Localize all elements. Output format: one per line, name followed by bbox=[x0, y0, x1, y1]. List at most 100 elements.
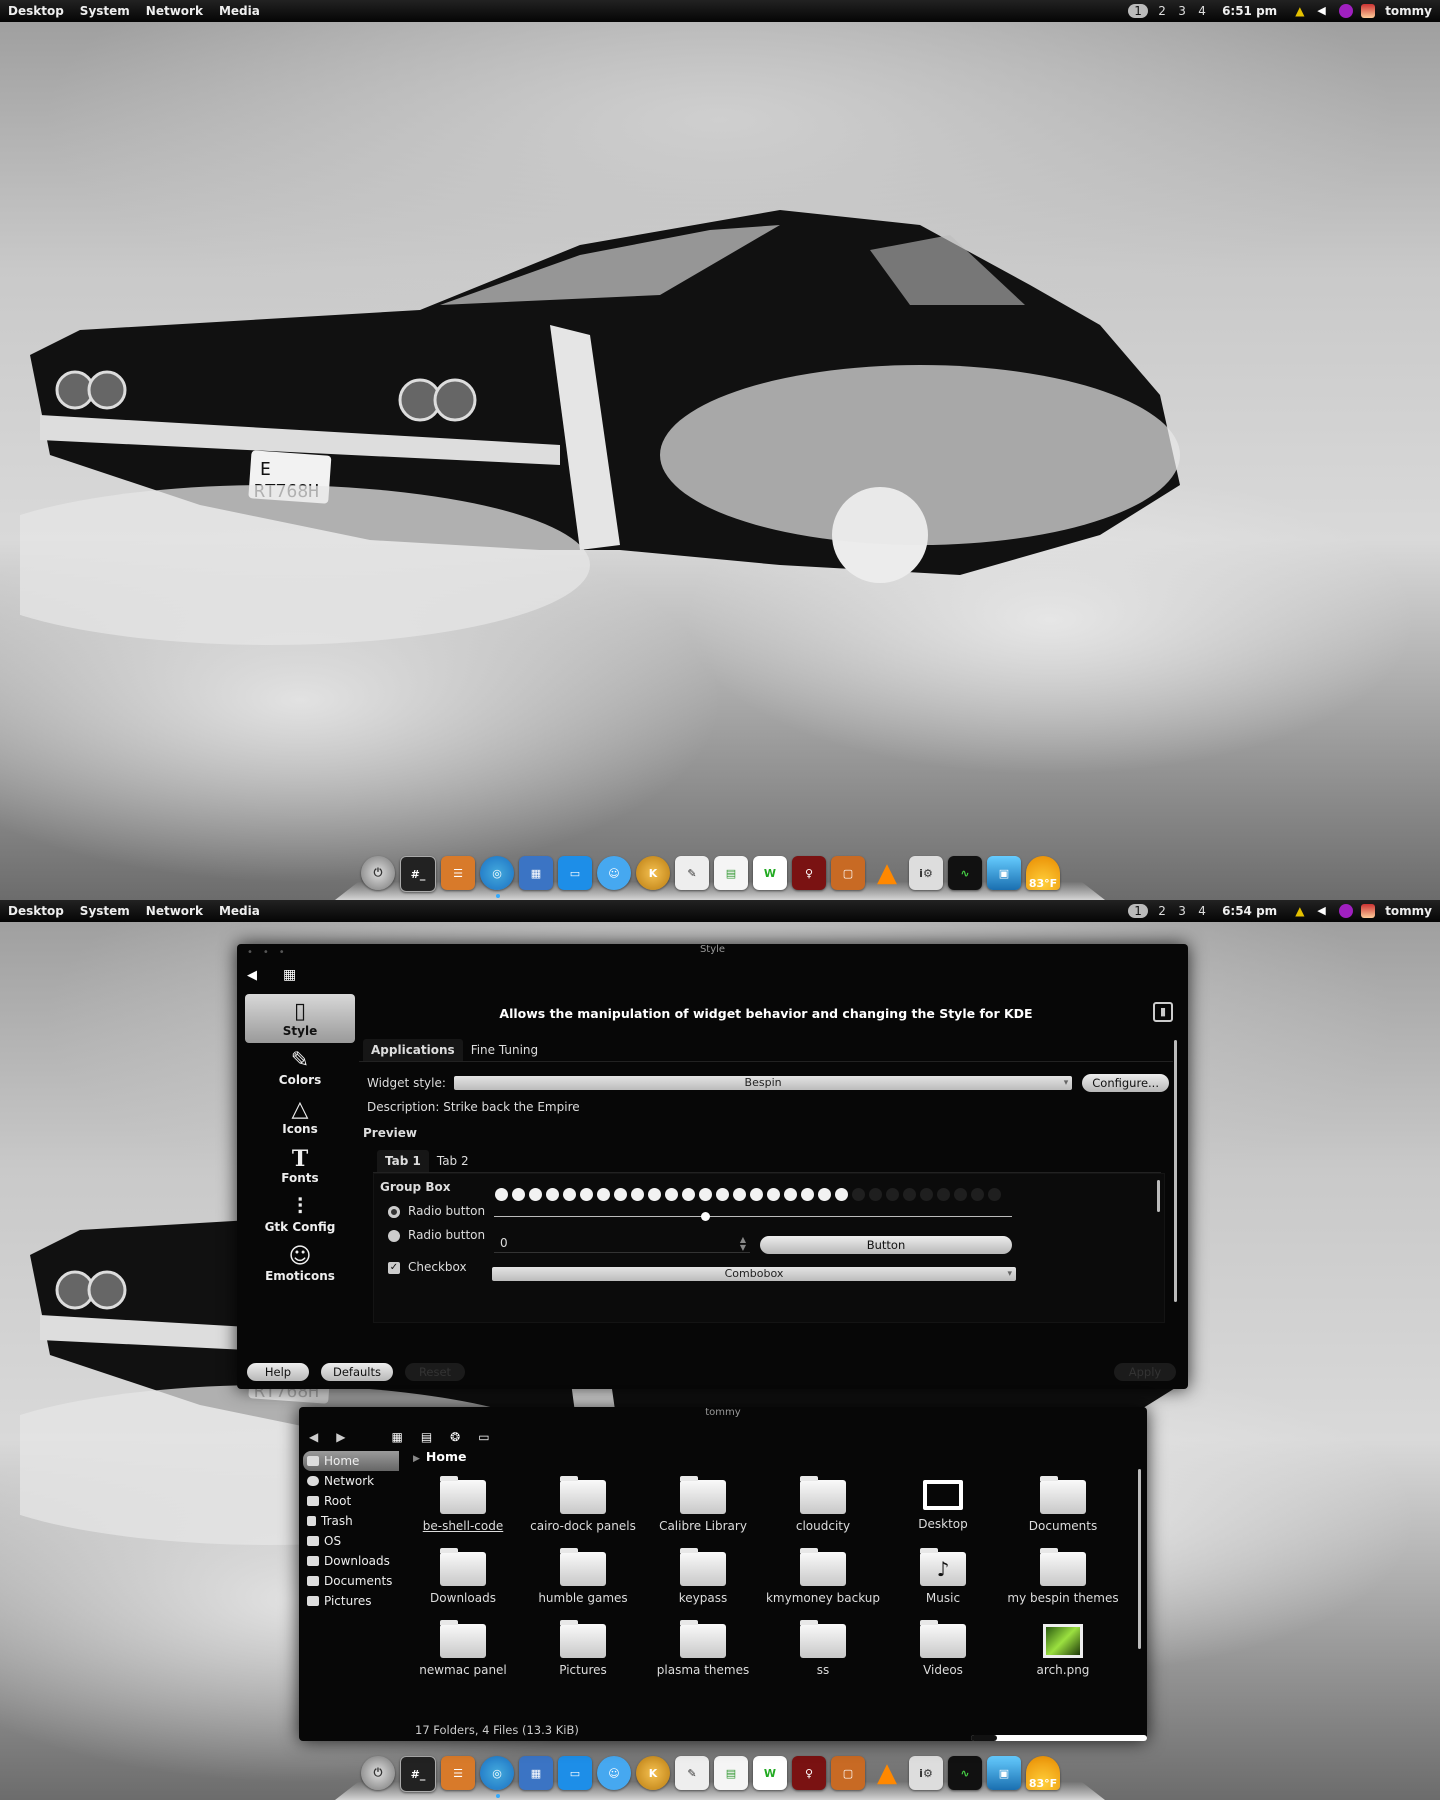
username[interactable]: tommy bbox=[1379, 4, 1440, 18]
tab-preview-1[interactable]: Tab 1 bbox=[377, 1150, 429, 1172]
file-item[interactable]: be-shell-code bbox=[403, 1476, 523, 1552]
power-icon[interactable]: ⏻ bbox=[361, 856, 395, 890]
files-icon[interactable]: ☰ bbox=[441, 1756, 475, 1790]
browser-icon[interactable]: ◎ bbox=[480, 856, 514, 890]
menu-media[interactable]: Media bbox=[211, 904, 268, 918]
monitor-icon[interactable]: ▦ bbox=[519, 856, 553, 890]
file-item[interactable]: arch.png bbox=[1003, 1624, 1123, 1696]
file-item[interactable]: cloudcity bbox=[763, 1476, 883, 1552]
workspace-3[interactable]: 3 bbox=[1172, 4, 1192, 18]
file-item[interactable]: my bespin themes bbox=[1003, 1548, 1123, 1624]
reset-button[interactable]: Reset bbox=[405, 1363, 465, 1381]
vlc-icon[interactable]: ▲ bbox=[870, 856, 904, 890]
forward-arrow-icon[interactable]: ▶ bbox=[336, 1430, 345, 1444]
chat-status-icon[interactable] bbox=[1339, 4, 1354, 18]
place-pictures[interactable]: Pictures bbox=[303, 1591, 399, 1611]
kmoney-icon[interactable]: K bbox=[636, 1756, 670, 1790]
preview-combobox[interactable]: Combobox bbox=[492, 1267, 1016, 1281]
spin-box[interactable]: 0 ▲ ▼ bbox=[494, 1236, 750, 1253]
place-root[interactable]: Root bbox=[303, 1491, 399, 1511]
notes-icon[interactable]: ✎ bbox=[675, 856, 709, 890]
file-item[interactable]: ♪ Music bbox=[883, 1548, 1003, 1624]
preview-slider[interactable] bbox=[494, 1212, 1012, 1221]
terminal-icon[interactable]: #_ bbox=[400, 1756, 436, 1792]
content-scrollbar[interactable] bbox=[1174, 1040, 1177, 1302]
editor-icon[interactable]: W bbox=[753, 1756, 787, 1790]
file-item[interactable]: Calibre Library bbox=[643, 1476, 763, 1552]
place-network[interactable]: Network bbox=[303, 1471, 399, 1491]
workspace-4[interactable]: 4 bbox=[1192, 4, 1212, 18]
tv-icon[interactable]: ▢ bbox=[831, 856, 865, 890]
avatar-icon[interactable] bbox=[1361, 904, 1376, 918]
power-icon[interactable]: ⏻ bbox=[361, 1756, 395, 1790]
menu-system[interactable]: System bbox=[72, 4, 138, 18]
checkbox[interactable]: ✓ Checkbox bbox=[388, 1260, 488, 1274]
apply-button[interactable]: Apply bbox=[1114, 1363, 1176, 1381]
username[interactable]: tommy bbox=[1379, 904, 1440, 918]
clock[interactable]: 6:54 pm bbox=[1212, 904, 1291, 918]
window-titlebar[interactable]: tommy bbox=[299, 1407, 1147, 1425]
category-fonts[interactable]: T Fonts bbox=[245, 1141, 355, 1190]
widget-style-select[interactable]: Bespin bbox=[453, 1076, 1073, 1090]
terminal-icon[interactable]: #_ bbox=[400, 856, 436, 892]
radio-button-1[interactable]: Radio button bbox=[388, 1204, 488, 1218]
file-item[interactable]: keypass bbox=[643, 1548, 763, 1624]
menu-desktop[interactable]: Desktop bbox=[0, 904, 72, 918]
avatar-app-icon[interactable]: ♀ bbox=[792, 856, 826, 890]
avatar-icon[interactable] bbox=[1361, 4, 1376, 18]
file-item[interactable]: kmymoney backup bbox=[763, 1548, 883, 1624]
workspace-2[interactable]: 2 bbox=[1152, 904, 1172, 918]
notes-icon[interactable]: ✎ bbox=[675, 1756, 709, 1790]
file-item[interactable]: humble games bbox=[523, 1548, 643, 1624]
configure-button[interactable]: Configure... bbox=[1082, 1074, 1169, 1092]
files-icon[interactable]: ☰ bbox=[441, 856, 475, 890]
editor-icon[interactable]: W bbox=[753, 856, 787, 890]
place-documents[interactable]: Documents bbox=[303, 1571, 399, 1591]
chat-icon[interactable]: ▭ bbox=[558, 1756, 592, 1790]
workspace-1[interactable]: 1 bbox=[1128, 904, 1149, 918]
category-gtk-config[interactable]: ⫶ Gtk Config bbox=[245, 1190, 355, 1239]
weather-icon[interactable]: 83°F bbox=[1026, 856, 1060, 890]
file-item[interactable]: Desktop bbox=[883, 1480, 1003, 1552]
window-buttons[interactable]: ••• bbox=[247, 947, 295, 958]
preview-scrollbar[interactable] bbox=[1157, 1180, 1160, 1212]
workspace-4[interactable]: 4 bbox=[1192, 904, 1212, 918]
back-arrow-icon[interactable]: ◀ bbox=[309, 1430, 318, 1444]
back-arrow-icon[interactable]: ◀ bbox=[247, 968, 257, 983]
vlc-icon[interactable]: ▲ bbox=[870, 1756, 904, 1790]
browser-icon[interactable]: ◎ bbox=[480, 1756, 514, 1790]
settings-icon[interactable]: i⚙ bbox=[909, 1756, 943, 1790]
slider-handle[interactable] bbox=[701, 1212, 711, 1221]
eject-icon[interactable]: ▲ bbox=[1295, 904, 1309, 918]
workspace-3[interactable]: 3 bbox=[1172, 904, 1192, 918]
chat-icon[interactable]: ▭ bbox=[558, 856, 592, 890]
defaults-button[interactable]: Defaults bbox=[321, 1363, 393, 1381]
window-titlebar[interactable]: ••• Style bbox=[237, 944, 1188, 960]
help-book-icon[interactable]: ▮ bbox=[1153, 1002, 1173, 1022]
kmoney-icon[interactable]: K bbox=[636, 856, 670, 890]
preview-toggle-icon[interactable]: ❂ bbox=[450, 1430, 460, 1444]
breadcrumb[interactable]: ▶ Home bbox=[403, 1449, 1133, 1464]
menu-media[interactable]: Media bbox=[211, 4, 268, 18]
place-os[interactable]: OS bbox=[303, 1531, 399, 1551]
messenger-icon[interactable]: ☺ bbox=[597, 1756, 631, 1790]
tv-icon[interactable]: ▢ bbox=[831, 1756, 865, 1790]
tab-preview-2[interactable]: Tab 2 bbox=[429, 1150, 477, 1172]
avatar-app-icon[interactable]: ♀ bbox=[792, 1756, 826, 1790]
screen-icon[interactable]: ▣ bbox=[987, 856, 1021, 890]
tab-applications[interactable]: Applications bbox=[363, 1039, 463, 1061]
file-item[interactable]: newmac panel bbox=[403, 1620, 523, 1696]
spin-arrows-icon[interactable]: ▲ ▼ bbox=[740, 1236, 746, 1252]
menu-network[interactable]: Network bbox=[138, 4, 211, 18]
details-view-icon[interactable]: ▤ bbox=[421, 1430, 432, 1444]
messenger-icon[interactable]: ☺ bbox=[597, 856, 631, 890]
place-trash[interactable]: Trash bbox=[303, 1511, 399, 1531]
file-item[interactable]: ss bbox=[763, 1620, 883, 1696]
file-item[interactable]: cairo-dock panels bbox=[523, 1476, 643, 1552]
sysmon-icon[interactable]: ∿ bbox=[948, 1756, 982, 1790]
help-button[interactable]: Help bbox=[247, 1363, 309, 1381]
overview-grid-icon[interactable]: ▦ bbox=[283, 967, 296, 983]
file-item[interactable]: Pictures bbox=[523, 1620, 643, 1696]
icon-view-icon[interactable]: ▦ bbox=[391, 1430, 402, 1444]
category-emoticons[interactable]: ☺ Emoticons bbox=[245, 1239, 355, 1288]
